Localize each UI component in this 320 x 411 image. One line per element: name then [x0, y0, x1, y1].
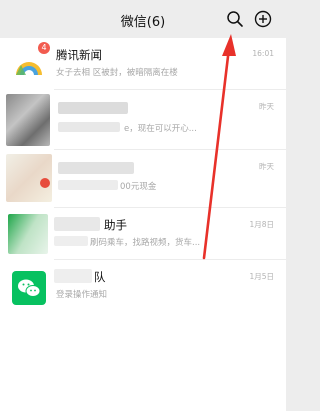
search-icon[interactable] — [226, 10, 244, 28]
chat-name: 助手 — [104, 218, 127, 232]
top-bar: 微信(6) — [0, 0, 286, 38]
plus-circle-icon[interactable] — [254, 10, 272, 28]
blurred-preview-start — [58, 122, 120, 132]
chat-row-3[interactable]: 00元现金 昨天 — [0, 150, 286, 208]
blurred-name — [58, 162, 134, 174]
chat-preview: 女子去相 区被封，被暗隔离在楼 — [56, 68, 178, 78]
unread-badge: 4 — [38, 42, 50, 54]
chat-time: 昨天 — [259, 162, 274, 171]
blurred-name-start — [54, 217, 100, 231]
chat-preview: e，现在可以开心... — [124, 124, 197, 134]
blurred-avatar — [8, 214, 48, 254]
wechat-logo-avatar — [12, 271, 46, 305]
chat-row-wechat-team[interactable]: 队 登录操作通知 1月5日 — [0, 260, 286, 312]
blurred-preview-start — [54, 236, 88, 246]
chat-time: 昨天 — [259, 102, 274, 111]
chat-list: 4 腾讯新闻 女子去相 区被封，被暗隔离在楼 16:01 e，现在可以开心...… — [0, 38, 286, 411]
chat-name: 队 — [94, 270, 106, 284]
blurred-name — [58, 102, 128, 114]
chat-row-assistant[interactable]: 助手 刷码乘车，找路视频，货车... 1月8日 — [0, 208, 286, 260]
chat-row-tencent-news[interactable]: 4 腾讯新闻 女子去相 区被封，被暗隔离在楼 16:01 — [0, 38, 286, 90]
chat-preview: 00元现金 — [120, 182, 157, 192]
chat-time: 1月5日 — [249, 272, 274, 281]
blurred-avatar-spot — [40, 178, 50, 188]
blurred-name-start — [54, 269, 92, 283]
chat-time: 16:01 — [252, 49, 274, 58]
chat-preview: 登录操作通知 — [56, 290, 108, 300]
chat-row-2[interactable]: e，现在可以开心... 昨天 — [0, 90, 286, 150]
chat-time: 1月8日 — [249, 220, 274, 229]
blurred-preview-start — [58, 180, 118, 190]
chat-preview: 刷码乘车，找路视频，货车... — [90, 238, 201, 248]
blurred-avatar — [6, 94, 50, 146]
chat-name: 腾讯新闻 — [56, 48, 102, 62]
wechat-logo-icon — [18, 279, 41, 297]
